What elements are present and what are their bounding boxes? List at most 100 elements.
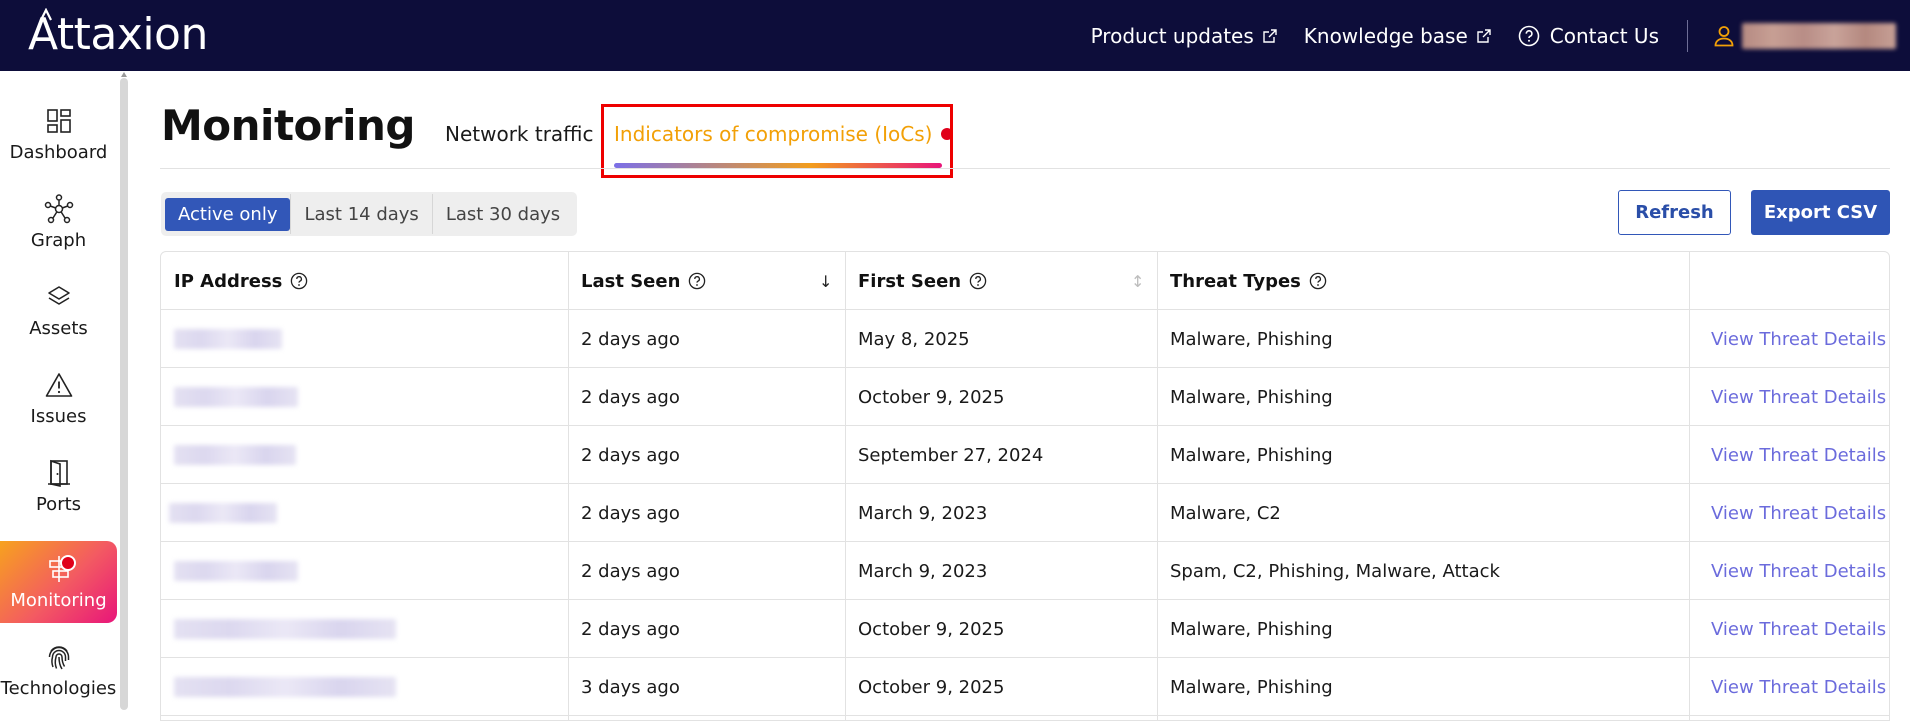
knowledge-base-link[interactable]: Knowledge base [1304,24,1492,48]
tab-network-traffic[interactable]: Network traffic [445,122,594,146]
threat-types-cell: Malware, Phishing [1170,328,1333,350]
first-seen-cell: October 9, 2025 [858,676,1005,698]
external-link-icon [1263,28,1277,43]
contact-us-label: Contact Us [1549,23,1659,48]
refresh-button[interactable]: Refresh [1618,190,1731,235]
column-header-label: IP Address [174,270,283,292]
ip-address-redacted [169,503,277,523]
column-header-last-seen[interactable]: Last Seen [568,252,706,310]
sidebar: Dashboard Graph Assets Issues Ports Moni… [0,71,118,710]
user-name-redacted[interactable] [1742,22,1896,49]
first-seen-cell: March 9, 2023 [858,560,988,582]
help-circle-icon[interactable] [969,272,987,290]
last-seen-cell: 2 days ago [581,328,680,350]
dashboard-icon [46,108,71,133]
help-circle-icon[interactable] [688,272,706,290]
view-threat-details-link[interactable]: View Threat Details [1711,658,1886,716]
view-threat-details-link[interactable]: View Threat Details [1711,600,1886,658]
door-icon [47,459,70,487]
threat-types-cell: Malware, Phishing [1170,676,1333,698]
first-seen-cell: October 9, 2025 [858,618,1005,640]
filter-last-30-days[interactable]: Last 30 days [433,198,573,231]
header-divider [160,168,1890,169]
tab-label: Network traffic [445,122,594,146]
fingerprint-icon [48,645,69,669]
sidebar-item-graph[interactable]: Graph [0,181,117,263]
ip-address-redacted [174,619,396,639]
first-seen-cell: May 8, 2025 [858,328,970,350]
view-threat-details-link[interactable]: View Threat Details [1711,484,1886,542]
top-nav: Product updates Knowledge base Contact U… [1091,0,1910,71]
table-row: 2 days ago October 9, 2025 Malware, Phis… [161,600,1889,658]
last-seen-cell: 2 days ago [581,560,680,582]
filter-last-14-days[interactable]: Last 14 days [291,198,431,231]
sidebar-item-dashboard[interactable]: Dashboard [0,93,117,175]
view-threat-details-link[interactable]: View Threat Details [1711,426,1886,484]
view-threat-details-link[interactable]: View Threat Details [1711,542,1886,600]
warning-icon [45,372,72,397]
logo-arc-icon [40,8,52,21]
column-header-threat-types: Threat Types [1157,252,1327,310]
graph-icon [44,193,73,223]
product-updates-link[interactable]: Product updates [1091,24,1278,48]
sidebar-item-label: Monitoring [10,589,107,611]
sort-desc-icon[interactable]: ↓ [819,272,832,291]
threat-types-cell: Malware, C2 [1170,502,1281,524]
time-filter-group: Active only Last 14 days Last 30 days [161,192,578,236]
last-seen-cell: 2 days ago [581,502,680,524]
sidebar-item-label: Assets [29,317,88,339]
sidebar-item-technologies[interactable]: Technologies [0,629,117,711]
sidebar-item-monitoring[interactable]: Monitoring [0,541,117,623]
help-circle-icon[interactable] [1309,272,1327,290]
page-title: Monitoring [161,101,415,150]
filter-active-only[interactable]: Active only [165,197,291,231]
external-link-icon [1477,28,1491,43]
last-seen-cell: 3 days ago [581,676,680,698]
column-header-label: Threat Types [1170,270,1301,292]
sidebar-scrollbar[interactable] [120,78,128,710]
main-content: Monitoring Network traffic Indicators of… [160,71,1890,721]
column-header-ip: IP Address [161,252,308,310]
annotation-highlight-box [601,104,953,178]
view-threat-details-link[interactable]: View Threat Details [1711,310,1886,368]
sidebar-item-label: Issues [30,405,87,427]
last-seen-cell: 2 days ago [581,386,680,408]
sidebar-item-label: Technologies [0,677,117,699]
first-seen-cell: September 27, 2024 [858,444,1044,466]
ioc-table: IP Address Last Seen ↓ First Seen ↕ Thre… [160,251,1890,721]
first-seen-cell: March 9, 2023 [858,502,988,524]
product-updates-label: Product updates [1090,23,1254,48]
threat-types-cell: Malware, Phishing [1170,444,1333,466]
sidebar-item-ports[interactable]: Ports [0,445,117,527]
ip-address-redacted [174,561,298,581]
attaxion-logo[interactable]: Attaxion [28,8,208,60]
export-csv-button[interactable]: Export CSV [1751,190,1890,235]
knowledge-base-label: Knowledge base [1303,23,1468,48]
column-header-label: First Seen [858,270,962,292]
contact-us-link[interactable]: Contact Us [1518,24,1659,48]
nav-separator [1687,19,1688,52]
table-row: 2 days ago March 9, 2023 Spam, C2, Phish… [161,542,1889,600]
table-header: IP Address Last Seen ↓ First Seen ↕ Thre… [161,252,1889,310]
sidebar-item-assets[interactable]: Assets [0,269,117,351]
top-bar: Attaxion Product updates Knowledge base … [0,0,1910,71]
last-seen-cell: 2 days ago [581,444,680,466]
table-row: 2 days ago October 9, 2025 Malware, Phis… [161,368,1889,426]
table-row: 3 days ago October 9, 2025 Malware, Phis… [161,658,1889,716]
table-row: 2 days ago May 8, 2025 Malware, Phishing… [161,310,1889,368]
threat-types-cell: Malware, Phishing [1170,618,1333,640]
monitoring-alert-dot [60,555,76,571]
column-header-first-seen[interactable]: First Seen [845,252,987,310]
brand-name: Attaxion [28,8,208,60]
table-row: 2 days ago September 27, 2024 Malware, P… [161,426,1889,484]
sidebar-item-issues[interactable]: Issues [0,357,117,439]
user-icon[interactable] [1714,25,1734,47]
threat-types-cell: Spam, C2, Phishing, Malware, Attack [1170,560,1500,582]
sidebar-item-label: Graph [30,229,87,251]
sidebar-scroll-up-icon[interactable] [121,72,127,77]
view-threat-details-link[interactable]: View Threat Details [1711,368,1886,426]
first-seen-cell: October 9, 2025 [858,386,1005,408]
layers-icon [47,285,70,305]
sort-neutral-icon[interactable]: ↕ [1131,272,1144,291]
help-circle-icon[interactable] [290,272,308,290]
